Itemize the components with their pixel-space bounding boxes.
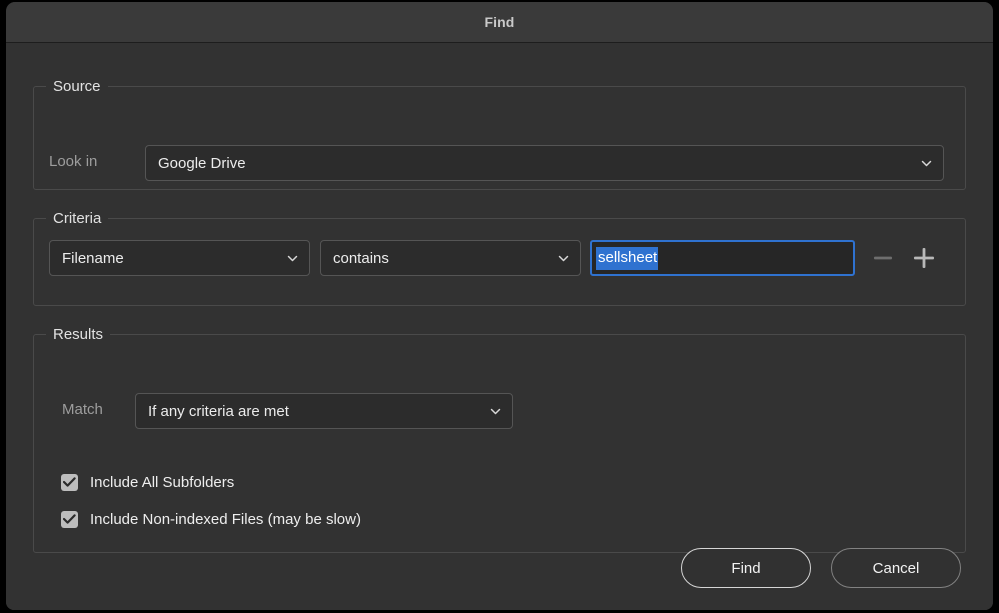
checkbox-checked-icon — [61, 511, 78, 528]
find-button[interactable]: Find — [681, 548, 811, 588]
title-bar: Find — [6, 2, 993, 43]
chevron-down-icon — [287, 253, 298, 264]
plus-icon — [914, 248, 934, 268]
include-non-indexed-files-checkbox[interactable]: Include Non-indexed Files (may be slow) — [61, 511, 361, 528]
include-non-indexed-files-label: Include Non-indexed Files (may be slow) — [90, 511, 361, 528]
find-dialog-window: Find Source Look in Google Drive Criteri… — [6, 2, 993, 610]
match-select[interactable]: If any criteria are met — [135, 393, 513, 429]
find-button-label: Find — [731, 559, 761, 577]
match-value: If any criteria are met — [148, 402, 289, 420]
chevron-down-icon — [490, 406, 501, 417]
criteria-operator-select[interactable]: contains — [320, 240, 581, 276]
remove-criteria-button[interactable] — [869, 244, 897, 272]
include-all-subfolders-label: Include All Subfolders — [90, 474, 235, 491]
window-title: Find — [484, 14, 515, 30]
cancel-button-label: Cancel — [872, 559, 920, 577]
results-group-title: Results — [46, 325, 111, 344]
match-label: Match — [62, 401, 103, 418]
checkbox-checked-icon — [61, 474, 78, 491]
criteria-group: Criteria Filename contains sellsheet — [33, 209, 966, 306]
minus-icon — [874, 256, 892, 260]
look-in-label: Look in — [49, 153, 98, 170]
results-group: Results Match If any criteria are met In… — [33, 325, 966, 553]
criteria-field-value: Filename — [62, 249, 124, 267]
look-in-select[interactable]: Google Drive — [145, 145, 944, 181]
criteria-search-value: sellsheet — [596, 246, 659, 270]
include-all-subfolders-checkbox[interactable]: Include All Subfolders — [61, 474, 234, 491]
criteria-group-title: Criteria — [46, 209, 109, 228]
look-in-value: Google Drive — [158, 154, 246, 172]
cancel-button[interactable]: Cancel — [831, 548, 961, 588]
criteria-search-input[interactable]: sellsheet — [590, 240, 855, 276]
source-group-title: Source — [46, 77, 108, 96]
source-group: Source Look in Google Drive — [33, 77, 966, 190]
chevron-down-icon — [921, 158, 932, 169]
criteria-operator-value: contains — [333, 249, 389, 267]
dialog-body: Source Look in Google Drive Criteria Fil… — [6, 44, 993, 610]
chevron-down-icon — [558, 253, 569, 264]
criteria-field-select[interactable]: Filename — [49, 240, 310, 276]
add-criteria-button[interactable] — [910, 244, 938, 272]
